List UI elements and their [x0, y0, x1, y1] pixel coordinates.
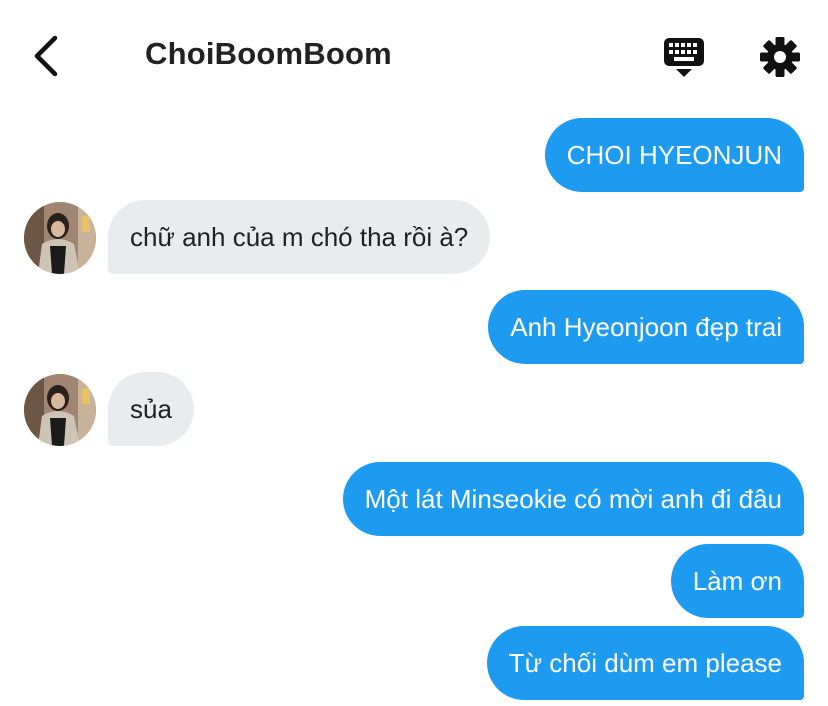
gear-icon — [760, 37, 800, 77]
conversation-title: ChoiBoomBoom — [145, 36, 392, 71]
back-button[interactable] — [26, 32, 66, 80]
received-message[interactable]: sủa — [108, 372, 194, 446]
received-message[interactable]: chữ anh của m chó tha rồi à? — [108, 200, 491, 274]
settings-button[interactable] — [756, 34, 804, 80]
keyboard-icon — [664, 38, 704, 77]
chat-header: ChoiBoomBoom — [0, 0, 828, 112]
chevron-left-icon — [34, 35, 58, 77]
keyboard-button[interactable] — [660, 36, 708, 80]
sent-message[interactable]: Anh Hyeonjoon đẹp trai — [488, 290, 804, 364]
sent-message[interactable]: CHOI HYEONJUN — [544, 118, 804, 192]
sent-message[interactable]: Một lát Minseokie có mời anh đi đâu — [342, 462, 804, 536]
sent-message[interactable]: Từ chối dùm em please — [486, 626, 804, 700]
avatar[interactable] — [24, 374, 96, 446]
avatar[interactable] — [24, 202, 96, 274]
sent-message[interactable]: Làm ơn — [670, 544, 804, 618]
